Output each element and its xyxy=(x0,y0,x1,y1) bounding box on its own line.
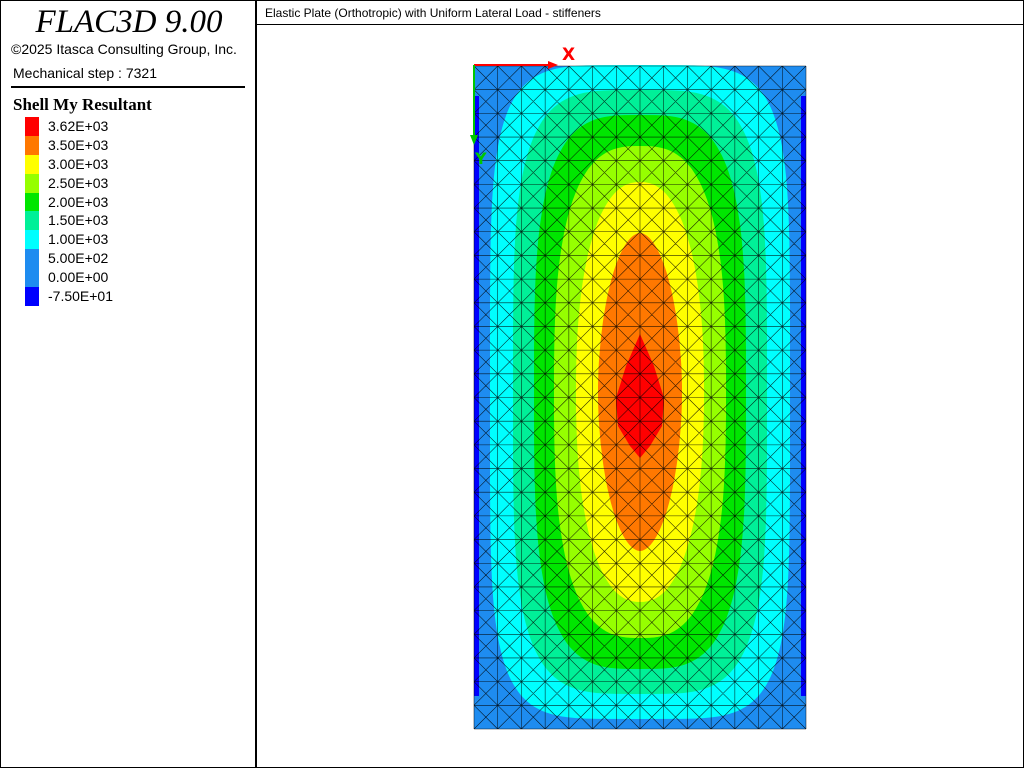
legend-swatch xyxy=(25,135,39,155)
app-title: FLAC3D 9.00 xyxy=(35,4,223,40)
plot-title: Elastic Plate (Orthotropic) with Uniform… xyxy=(265,6,601,20)
legend-swatch xyxy=(25,268,39,288)
legend-swatch xyxy=(25,211,39,231)
frame: FLAC3D 9.00 ©2025 Itasca Consulting Grou… xyxy=(0,0,1024,768)
plot-title-bar: Elastic Plate (Orthotropic) with Uniform… xyxy=(257,1,1023,25)
legend-swatch xyxy=(25,154,39,174)
legend-swatch xyxy=(25,192,39,212)
legend-swatch xyxy=(25,249,39,269)
legend-label: 0.00E+00 xyxy=(48,269,109,286)
plot-viewport[interactable]: XY xyxy=(257,26,1023,767)
legend-label: 3.62E+03 xyxy=(48,118,109,134)
legend-swatch xyxy=(25,287,39,307)
x-axis-label: X xyxy=(562,45,575,65)
legend-swatch xyxy=(25,173,39,193)
contour-plot[interactable]: XY xyxy=(257,26,1023,767)
legend-swatch xyxy=(25,230,39,250)
legend-label: 1.00E+03 xyxy=(48,231,109,248)
y-axis-label: Y xyxy=(474,149,487,168)
legend-label: 1.50E+03 xyxy=(48,212,109,229)
legend-label: -7.50E+01 xyxy=(48,288,113,305)
mechanical-step-text: Mechanical step : 7321 xyxy=(13,65,157,81)
legend-panel: FLAC3D 9.00 ©2025 Itasca Consulting Grou… xyxy=(1,1,257,767)
legend-label: 3.00E+03 xyxy=(48,155,109,172)
legend-title: Shell My Resultant xyxy=(13,95,152,114)
legend-label: 2.50E+03 xyxy=(48,174,109,191)
copyright-text: ©2025 Itasca Consulting Group, Inc. xyxy=(11,41,237,57)
legend-label: 2.00E+03 xyxy=(48,193,109,210)
legend-label: 3.50E+03 xyxy=(48,136,109,153)
legend-divider xyxy=(11,86,245,88)
legend-label: 5.00E+02 xyxy=(48,250,109,267)
legend-swatch xyxy=(25,117,39,136)
